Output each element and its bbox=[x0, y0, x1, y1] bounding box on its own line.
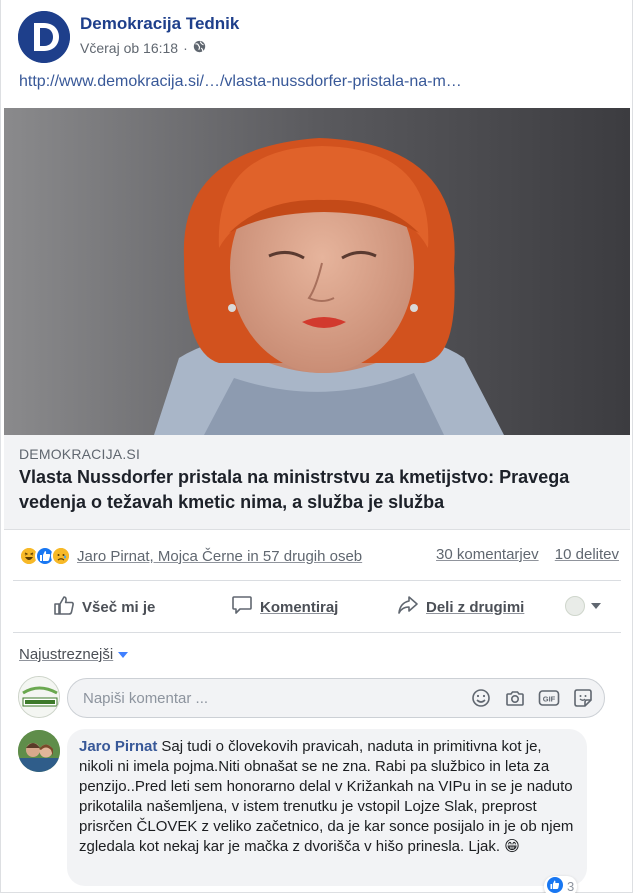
like-label: Všeč mi je bbox=[82, 598, 156, 616]
like-button[interactable]: Všeč mi je bbox=[53, 595, 155, 619]
comment-reaction-count[interactable]: 3 bbox=[544, 876, 578, 893]
share-label: Deli z drugimi bbox=[426, 598, 525, 616]
post-meta: Včeraj ob 16:18 · bbox=[80, 40, 206, 56]
divider bbox=[13, 580, 621, 581]
comment-input[interactable] bbox=[83, 687, 453, 709]
share-button[interactable]: Deli z drugimi bbox=[397, 595, 524, 619]
comment-like-count: 3 bbox=[567, 879, 575, 893]
page-name[interactable]: Demokracija Tednik bbox=[80, 14, 239, 34]
action-bar: Všeč mi je Komentiraj Deli z drugimi bbox=[13, 584, 621, 628]
post-link[interactable]: http://www.demokracija.si/…/vlasta-nussd… bbox=[19, 73, 462, 91]
article-photo[interactable] bbox=[4, 108, 630, 435]
engagement-counts: 30 komentarjev 10 delitev bbox=[424, 546, 619, 563]
portal-avatar-small bbox=[565, 596, 585, 616]
chevron-down-icon bbox=[118, 651, 129, 658]
comment-bubble: Jaro Pirnat Saj tudi o človekovih pravica… bbox=[67, 729, 587, 886]
comment-bubble-icon bbox=[231, 595, 253, 619]
comment-sort-dropdown[interactable]: Najustreznejši bbox=[19, 646, 129, 663]
comment-composer[interactable]: GIF bbox=[67, 678, 605, 718]
post-card: Demokracija Tednik Včeraj ob 16:18 · htt… bbox=[0, 0, 633, 893]
sticker-icon[interactable] bbox=[572, 687, 594, 709]
comment-author[interactable]: Jaro Pirnat bbox=[79, 738, 157, 755]
thumbs-up-icon bbox=[53, 595, 75, 619]
like-icon bbox=[547, 877, 563, 893]
preview-domain: DEMOKRACIJA.SI bbox=[19, 446, 141, 462]
camera-icon[interactable] bbox=[504, 687, 526, 709]
composer-tools: GIF bbox=[470, 687, 594, 709]
share-count[interactable]: 10 delitev bbox=[555, 546, 619, 563]
chevron-down-icon bbox=[591, 603, 601, 609]
meta-separator: · bbox=[183, 40, 188, 56]
globe-icon bbox=[193, 40, 206, 56]
preview-headline[interactable]: Vlasta Nussdorfer pristala na ministrstv… bbox=[19, 465, 619, 515]
emoji-icon[interactable] bbox=[470, 687, 492, 709]
svg-text:GIF: GIF bbox=[543, 695, 556, 704]
sort-label: Najustreznejši bbox=[19, 646, 114, 663]
link-preview[interactable]: DEMOKRACIJA.SI Vlasta Nussdorfer pristal… bbox=[4, 435, 630, 530]
reactions-bar: Jaro Pirnat, Mojca Černe in 57 drugih os… bbox=[19, 542, 619, 570]
divider bbox=[13, 632, 621, 633]
comment-button[interactable]: Komentiraj bbox=[231, 595, 338, 619]
gif-icon[interactable]: GIF bbox=[538, 687, 560, 709]
reaction-names[interactable]: Jaro Pirnat, Mojca Černe in 57 drugih os… bbox=[77, 548, 362, 565]
page-avatar[interactable] bbox=[18, 11, 70, 63]
commenter-avatar[interactable] bbox=[18, 730, 60, 772]
post-timestamp[interactable]: Včeraj ob 16:18 bbox=[80, 40, 178, 56]
comment-label: Komentiraj bbox=[260, 598, 339, 616]
comment-count[interactable]: 30 komentarjev bbox=[436, 546, 539, 563]
comment-text: Saj tudi o človekovih pravicah, naduta i… bbox=[79, 738, 574, 855]
portal-avatar[interactable] bbox=[18, 676, 60, 718]
post-as-selector[interactable] bbox=[565, 596, 601, 616]
share-arrow-icon bbox=[397, 595, 419, 619]
sad-icon[interactable] bbox=[51, 546, 71, 566]
